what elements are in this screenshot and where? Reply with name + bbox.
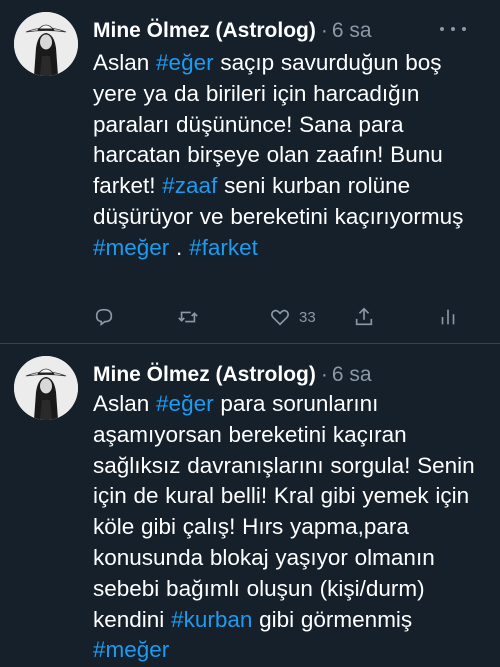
- hashtag-link[interactable]: #farket: [189, 235, 258, 260]
- avatar[interactable]: [14, 12, 78, 76]
- tweet-text: Aslan #eğer para sorunlarını aşamıyorsan…: [93, 389, 478, 666]
- hashtag-link[interactable]: #meğer: [93, 637, 169, 662]
- tweet-text: Aslan #eğer saçıp savurduğun boş yere ya…: [93, 48, 478, 264]
- tweet-text-segment: Aslan: [93, 50, 157, 75]
- reply-icon[interactable]: [93, 302, 115, 332]
- hashtag-link[interactable]: #zaaf: [162, 173, 217, 198]
- hashtag-link[interactable]: #kurban: [171, 607, 252, 632]
- separator-dot: ·: [320, 363, 328, 386]
- analytics-icon[interactable]: [437, 302, 459, 332]
- like-button[interactable]: 33: [269, 302, 316, 332]
- timestamp[interactable]: 6 sa: [332, 19, 372, 42]
- tweet-text-segment: gibi görmenmiş: [252, 606, 413, 632]
- tweet-text-segment: para sorunlarını aşamıyorsan bereketini …: [93, 391, 475, 632]
- hashtag-link[interactable]: #meğer: [93, 235, 169, 260]
- hashtag-link[interactable]: #eğer: [156, 50, 214, 75]
- share-icon[interactable]: [353, 302, 375, 332]
- like-count: 33: [299, 308, 316, 326]
- author-name[interactable]: Mine Ölmez (Astrolog): [93, 19, 316, 42]
- tweet[interactable]: Mine Ölmez (Astrolog) · 6 sa Aslan #eğer s…: [0, 0, 500, 343]
- tweet-header: Mine Ölmez (Astrolog) · 6 sa: [93, 16, 372, 46]
- tweet[interactable]: Mine Ölmez (Astrolog) · 6 sa Aslan #eğer p…: [0, 344, 500, 667]
- tweet-actions: 33: [93, 302, 473, 332]
- hashtag-link[interactable]: #eğer: [156, 391, 214, 416]
- retweet-icon[interactable]: [177, 302, 199, 332]
- heart-icon: [271, 309, 289, 326]
- more-options-icon[interactable]: [440, 24, 466, 34]
- separator-dot: ·: [320, 19, 328, 42]
- tweet-text-segment: Aslan: [93, 391, 157, 416]
- author-name[interactable]: Mine Ölmez (Astrolog): [93, 363, 316, 386]
- timestamp[interactable]: 6 sa: [332, 363, 372, 386]
- tweet-text-segment: .: [169, 234, 190, 260]
- tweet-header: Mine Ölmez (Astrolog) · 6 sa: [93, 360, 372, 390]
- avatar[interactable]: [14, 356, 78, 420]
